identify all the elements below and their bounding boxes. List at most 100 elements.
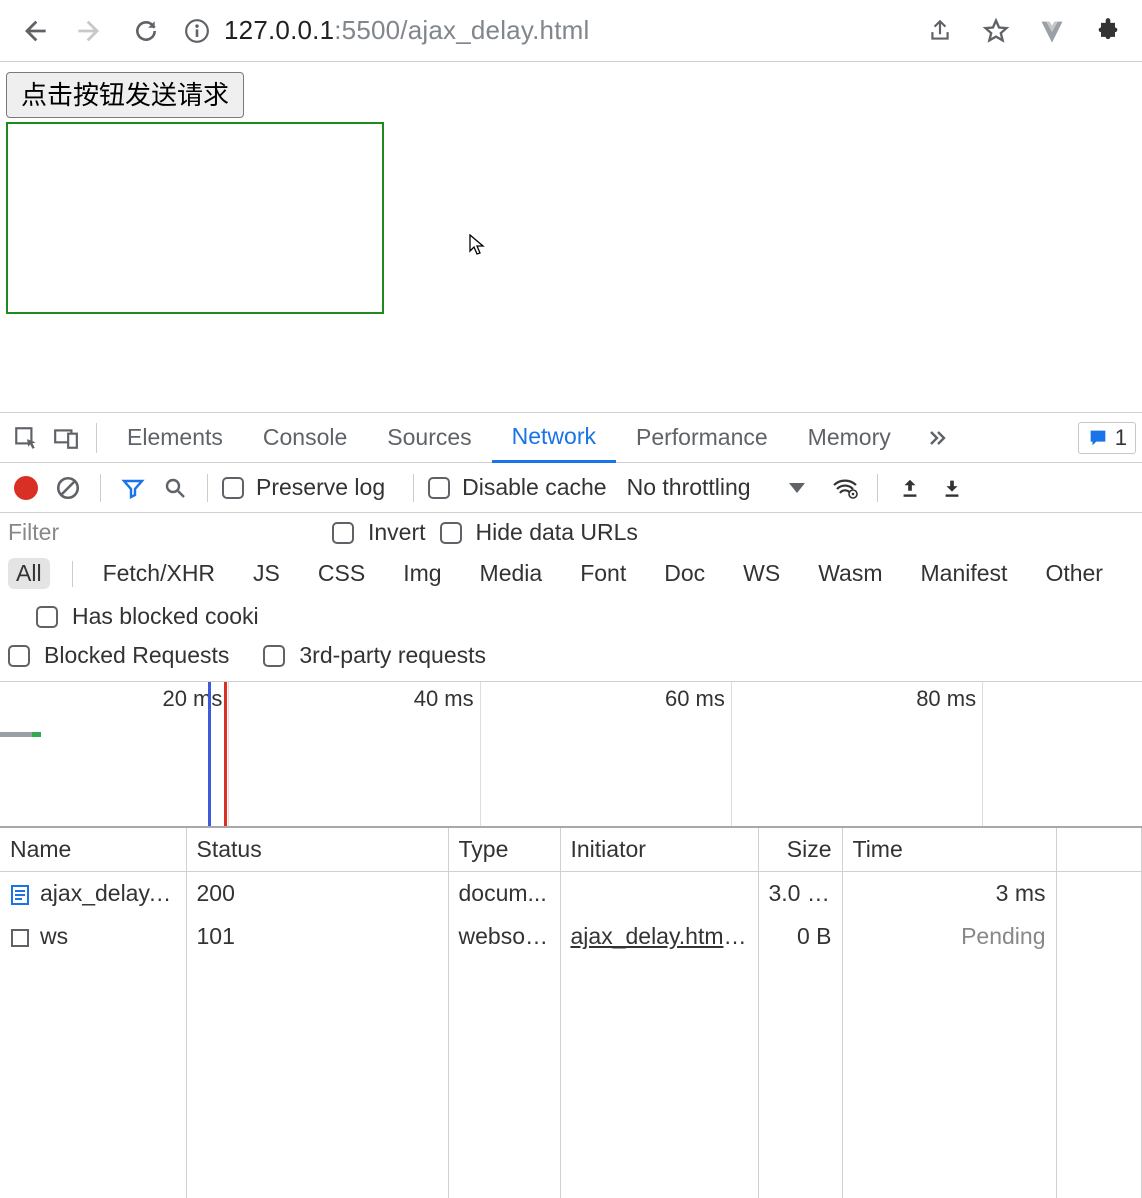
issues-icon [1087, 427, 1109, 449]
url-text: 127.0.0.1:5500/ajax_delay.html [224, 15, 589, 46]
vue-icon [1038, 17, 1066, 45]
request-size: 3.0 kB [758, 872, 842, 916]
clear-icon [55, 475, 81, 501]
issues-button[interactable]: 1 [1078, 422, 1136, 454]
invert-label: Invert [368, 519, 426, 546]
arrow-left-icon [20, 17, 48, 45]
type-filter-js[interactable]: JS [245, 558, 288, 589]
third-party-label: 3rd-party requests [299, 642, 486, 669]
invert-checkbox[interactable] [332, 522, 354, 544]
separator [100, 474, 101, 502]
filter-toggle-button[interactable] [115, 470, 151, 506]
col-type[interactable]: Type [448, 828, 560, 872]
type-filter-img[interactable]: Img [395, 558, 449, 589]
inspect-element-button[interactable] [6, 418, 46, 458]
tab-elements[interactable]: Elements [107, 413, 243, 463]
throttling-select[interactable]: No throttling [627, 474, 751, 501]
tab-network[interactable]: Network [492, 413, 616, 463]
site-info-icon[interactable] [184, 18, 210, 44]
vue-devtools-button[interactable] [1026, 7, 1078, 55]
type-filter-all[interactable]: All [8, 558, 50, 589]
request-name: ajax_delay.h... [40, 880, 186, 906]
type-filter-manifest[interactable]: Manifest [913, 558, 1016, 589]
tab-sources[interactable]: Sources [367, 413, 491, 463]
request-status: 101 [186, 915, 448, 958]
result-box [6, 122, 384, 314]
record-button[interactable] [8, 470, 44, 506]
cursor-icon [468, 234, 486, 256]
send-request-button[interactable]: 点击按钮发送请求 [6, 72, 244, 118]
request-status: 200 [186, 872, 448, 916]
network-conditions-button[interactable] [827, 470, 863, 506]
request-name: ws [40, 923, 68, 949]
request-type: websoc... [448, 915, 560, 958]
search-button[interactable] [157, 470, 193, 506]
puzzle-icon [1094, 17, 1122, 45]
col-status[interactable]: Status [186, 828, 448, 872]
extensions-button[interactable] [1082, 7, 1134, 55]
download-har-button[interactable] [934, 470, 970, 506]
upload-icon [899, 477, 921, 499]
chevron-down-icon[interactable] [789, 483, 805, 493]
chevron-double-right-icon [925, 426, 949, 450]
upload-har-button[interactable] [892, 470, 928, 506]
col-initiator[interactable]: Initiator [560, 828, 758, 872]
bookmark-button[interactable] [970, 7, 1022, 55]
browser-toolbar: 127.0.0.1:5500/ajax_delay.html [0, 0, 1142, 62]
separator [207, 474, 208, 502]
col-size[interactable]: Size [758, 828, 842, 872]
type-filter-css[interactable]: CSS [310, 558, 373, 589]
forward-button[interactable] [64, 7, 116, 55]
type-filter-font[interactable]: Font [572, 558, 634, 589]
search-icon [163, 476, 187, 500]
network-timeline[interactable]: 20 ms40 ms60 ms80 ms [0, 682, 1142, 828]
tab-console[interactable]: Console [243, 413, 367, 463]
table-row[interactable]: ajax_delay.h...200docum...3.0 kB3 ms [0, 872, 1142, 916]
separator [877, 474, 878, 502]
type-filter-fetchxhr[interactable]: Fetch/XHR [95, 558, 223, 589]
filter-icon [121, 476, 145, 500]
tick-label: 40 ms [414, 686, 480, 712]
back-button[interactable] [8, 7, 60, 55]
filter-input[interactable]: Filter [8, 519, 318, 546]
third-party-checkbox[interactable] [263, 645, 285, 667]
tab-performance[interactable]: Performance [616, 413, 788, 463]
col-waterfall[interactable] [1056, 828, 1142, 872]
download-icon [941, 477, 963, 499]
request-size: 0 B [758, 915, 842, 958]
blocked-requests-checkbox[interactable] [8, 645, 30, 667]
hide-data-urls-checkbox[interactable] [440, 522, 462, 544]
separator [72, 561, 73, 587]
type-filter-doc[interactable]: Doc [656, 558, 713, 589]
separator [413, 474, 414, 502]
type-filter-ws[interactable]: WS [735, 558, 788, 589]
preserve-log-checkbox[interactable] [222, 477, 244, 499]
device-toolbar-button[interactable] [46, 418, 86, 458]
reload-button[interactable] [120, 7, 172, 55]
table-header: Name Status Type Initiator Size Time [0, 828, 1142, 872]
blocked-cookies-checkbox[interactable] [36, 606, 58, 628]
share-button[interactable] [914, 7, 966, 55]
table-row[interactable]: ws101websoc...ajax_delay.html:690 BPendi… [0, 915, 1142, 958]
tick-label: 80 ms [916, 686, 982, 712]
col-name[interactable]: Name [0, 828, 186, 872]
disable-cache-checkbox[interactable] [428, 477, 450, 499]
type-filter-other[interactable]: Other [1037, 558, 1111, 589]
star-icon [982, 17, 1010, 45]
clear-button[interactable] [50, 470, 86, 506]
wifi-gear-icon [831, 476, 859, 500]
tick-label: 60 ms [665, 686, 731, 712]
initiator-link[interactable]: ajax_delay.html:69 [571, 923, 759, 949]
tab-memory[interactable]: Memory [788, 413, 911, 463]
more-tabs-button[interactable] [917, 418, 957, 458]
type-filter-media[interactable]: Media [472, 558, 551, 589]
arrow-right-icon [76, 17, 104, 45]
inspect-icon [13, 425, 39, 451]
network-table: Name Status Type Initiator Size Time aja… [0, 828, 1142, 1198]
page-viewport: 点击按钮发送请求 [0, 62, 1142, 412]
extra-filter-bar: Blocked Requests 3rd-party requests [0, 636, 1142, 682]
hide-data-urls-label: Hide data URLs [476, 519, 638, 546]
col-time[interactable]: Time [842, 828, 1056, 872]
address-bar[interactable]: 127.0.0.1:5500/ajax_delay.html [176, 11, 910, 51]
type-filter-wasm[interactable]: Wasm [810, 558, 890, 589]
